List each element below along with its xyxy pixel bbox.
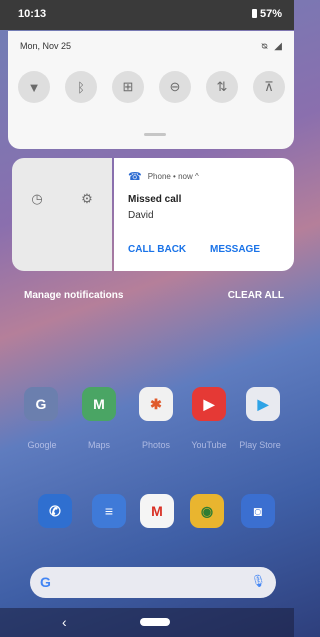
wifi-icon: ▼ — [27, 79, 41, 95]
clear-all-button[interactable]: CLEAR ALL — [228, 290, 284, 301]
snooze-icon[interactable]: ◷ — [28, 190, 46, 208]
home-pill-button[interactable] — [140, 618, 170, 626]
play-store-app-label: Play Store — [239, 440, 281, 450]
flashlight-icon: ⊼ — [264, 79, 274, 94]
bluetooth-icon: ᛒ — [77, 79, 85, 95]
back-icon[interactable]: ‹ — [62, 614, 67, 630]
wifi-tile[interactable]: ▼ — [18, 71, 50, 103]
google-search-bar[interactable]: G 🎙 — [30, 567, 276, 598]
phone-icon: ☎ — [128, 171, 142, 183]
battery-indicator: 57% — [251, 8, 282, 20]
data-tile[interactable]: ⇅ — [206, 71, 238, 103]
maps-app-icon[interactable]: M — [82, 387, 116, 421]
battery-saver-tile[interactable]: ⊞ — [112, 71, 144, 103]
mic-icon[interactable]: 🎙 — [251, 574, 266, 588]
manage-notifications-button[interactable]: Manage notifications — [24, 290, 123, 301]
battery-percent: 57% — [259, 8, 282, 20]
battery-icon — [251, 9, 257, 18]
missed-call-notification[interactable]: ☎ Phone • now ^ Missed call David CALL B… — [114, 158, 294, 271]
settings-icon[interactable]: ⚙ — [78, 190, 96, 208]
phone-app-icon[interactable]: ✆ — [38, 494, 72, 528]
status-icons: ᴓ ◢ — [261, 41, 284, 52]
gmail-app-icon[interactable]: M — [140, 494, 174, 528]
youtube-app-label: YouTube — [191, 440, 227, 450]
photos-app-label: Photos — [141, 440, 171, 450]
battery-saver-icon: ⊞ — [122, 79, 134, 94]
google-g-icon: G — [40, 574, 51, 590]
google-app-icon[interactable]: G — [24, 387, 58, 421]
navigation-bar: ‹ — [0, 608, 294, 637]
notification-app: Phone • now ^ — [147, 172, 199, 181]
status-time: 10:13 — [18, 8, 47, 20]
message-button[interactable]: MESSAGE — [210, 244, 260, 255]
expand-handle[interactable] — [144, 133, 166, 136]
do-not-disturb-icon: ⊖ — [169, 79, 181, 94]
quick-settings-date: Mon, Nov 25 — [20, 41, 72, 51]
photos-app-icon[interactable]: ✱ — [139, 387, 173, 421]
quick-settings-panel: Mon, Nov 25 ᴓ ◢ ▼ ᛒ ⊞ ⊖ ⇅ ⊼ — [8, 31, 294, 149]
notification-title: Missed call — [128, 194, 182, 205]
google-app-label: Google — [27, 440, 57, 450]
data-icon: ⇅ — [216, 79, 228, 94]
bluetooth-tile[interactable]: ᛒ — [65, 71, 97, 103]
notification-subtitle: David — [128, 210, 154, 221]
messages-app-icon[interactable]: ≡ — [92, 494, 126, 528]
status-bar: 10:13 57% — [0, 0, 294, 30]
call-back-button[interactable]: CALL BACK — [128, 244, 186, 255]
do-not-disturb-tile[interactable]: ⊖ — [159, 71, 191, 103]
youtube-app-icon[interactable]: ▶ — [192, 387, 226, 421]
maps-app-label: Maps — [87, 440, 110, 450]
camera-app-icon[interactable]: ◙ — [241, 494, 275, 528]
notification-header: ☎ Phone • now ^ — [128, 170, 199, 183]
play-store-app-icon[interactable]: ▶ — [246, 387, 280, 421]
chrome-app-icon[interactable]: ◉ — [190, 494, 224, 528]
notification-actions-area: ◷ ⚙ — [12, 158, 112, 271]
flashlight-tile[interactable]: ⊼ — [253, 71, 285, 103]
